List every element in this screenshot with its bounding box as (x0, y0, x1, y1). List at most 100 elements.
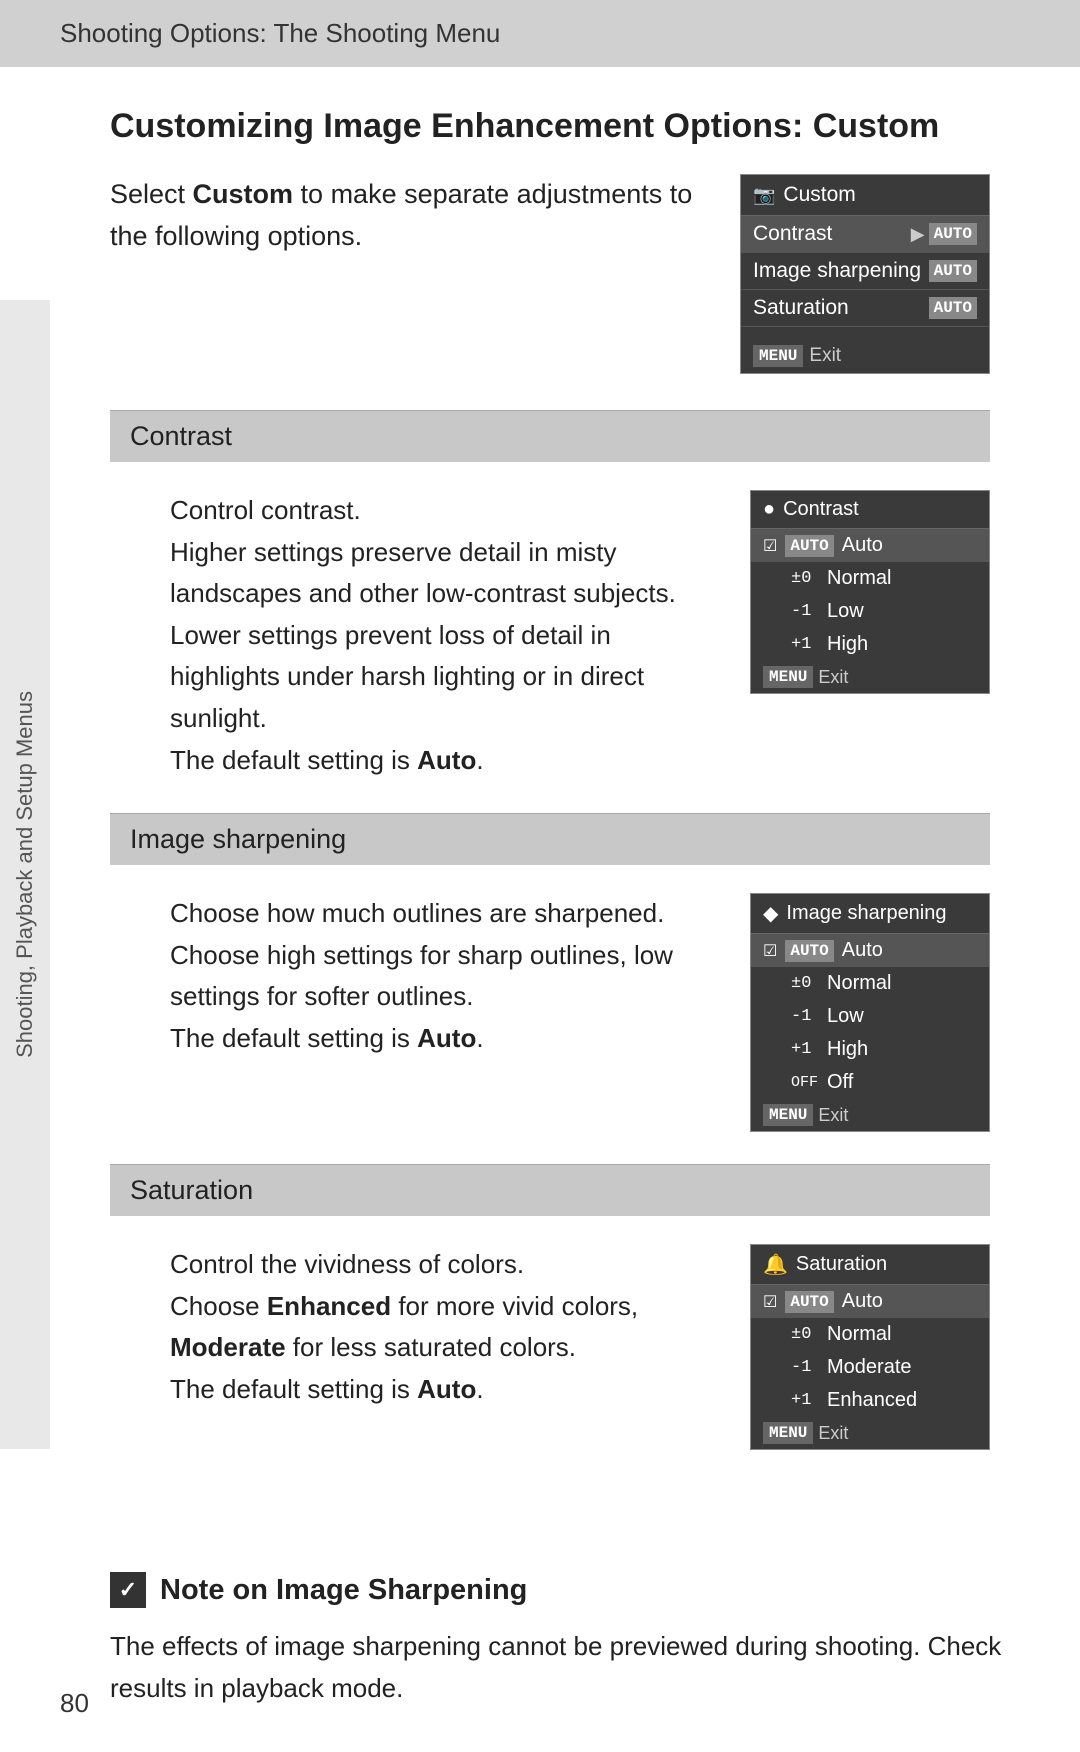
saturation-default-bold: Auto (417, 1374, 476, 1404)
contrast-low-label: Low (827, 600, 864, 623)
saturation-enhanced-item: +1 Enhanced (751, 1384, 989, 1417)
sharpening-low-key: -1 (791, 1007, 819, 1026)
moderate-bold: Moderate (170, 1332, 286, 1362)
sharpening-menu-title: ◆ Image sharpening (751, 894, 989, 934)
saturation-moderate-label: Moderate (827, 1356, 912, 1379)
page-title: Customizing Image Enhancement Options: C… (110, 107, 990, 146)
custom-menu-title: 📷 Custom (741, 175, 989, 216)
custom-menu-screenshot: 📷 Custom Contrast ▶ AUTO Image sharpenin… (740, 174, 990, 374)
menu-exit-label: Exit (809, 345, 841, 367)
intro-text: Select Custom to make separate adjustmen… (110, 174, 700, 258)
contrast-default-bold: Auto (417, 745, 476, 775)
sidebar-label: Shooting, Playback and Setup Menus (7, 681, 43, 1068)
sharpening-normal-label: Normal (827, 972, 891, 995)
contrast-auto-item: ☑ AUTO Auto (751, 529, 989, 562)
header-label: Shooting Options: The Shooting Menu (60, 18, 500, 48)
page-container: Shooting, Playback and Setup Menus Shoot… (0, 0, 1080, 1749)
enhanced-bold: Enhanced (267, 1291, 391, 1321)
note-section: ✓ Note on Image Sharpening The effects o… (50, 1522, 1080, 1749)
saturation-enhanced-label: Enhanced (827, 1389, 917, 1412)
note-title: ✓ Note on Image Sharpening (110, 1572, 1020, 1608)
sharpening-header-text: Image sharpening (130, 824, 346, 854)
sharpening-menu-icon: ◆ (763, 901, 778, 926)
sharpening-high-label: High (827, 1038, 868, 1061)
custom-saturation-label: Saturation (753, 296, 849, 320)
saturation-text-1: Control the vividness of colors. (170, 1244, 710, 1286)
contrast-arrow: ▶ (911, 224, 925, 245)
sharpening-text-1: Choose how much outlines are sharpened. (170, 893, 710, 935)
sidebar: Shooting, Playback and Setup Menus (0, 300, 50, 1449)
sharpening-menu-screenshot: ◆ Image sharpening ☑ AUTO Auto ±0 Normal (750, 893, 990, 1132)
custom-contrast-label: Contrast (753, 222, 832, 246)
saturation-auto-key: AUTO (785, 1291, 833, 1313)
contrast-low-item: -1 Low (751, 595, 989, 628)
saturation-menu-footer: MENU Exit (751, 1417, 989, 1449)
saturation-enhanced-key: +1 (791, 1391, 819, 1410)
sharpening-off-key: OFF (791, 1074, 819, 1091)
contrast-auto-badge: AUTO (929, 223, 977, 245)
sharpening-normal-key: ±0 (791, 974, 819, 993)
custom-menu-footer: MENU Exit (741, 339, 989, 373)
saturation-normal-item: ±0 Normal (751, 1318, 989, 1351)
contrast-check: ☑ (763, 536, 777, 556)
header-bar: Shooting Options: The Shooting Menu (0, 0, 1080, 67)
saturation-auto-label: Auto (842, 1290, 883, 1313)
custom-menu-title-text: Custom (783, 183, 855, 207)
sharpening-text: Choose how much outlines are sharpened. … (170, 893, 710, 1059)
contrast-text: Control contrast. Higher settings preser… (170, 490, 710, 781)
custom-menu-icon: 📷 (753, 185, 775, 206)
contrast-text-2: Higher settings preserve detail in misty… (170, 532, 710, 740)
contrast-exit-label: Exit (818, 667, 848, 688)
sharpening-normal-item: ±0 Normal (751, 967, 989, 1000)
saturation-text: Control the vividness of colors. Choose … (170, 1244, 710, 1410)
custom-bold: Custom (193, 179, 294, 209)
contrast-normal-item: ±0 Normal (751, 562, 989, 595)
contrast-header: Contrast (110, 410, 990, 462)
saturation-auto-badge: AUTO (929, 297, 977, 319)
sharpening-auto-label: Auto (842, 939, 883, 962)
note-text: The effects of image sharpening cannot b… (110, 1626, 1020, 1709)
contrast-auto-key: AUTO (785, 535, 833, 557)
custom-saturation-item: Saturation AUTO (741, 290, 989, 327)
contrast-menu-screenshot: ● Contrast ☑ AUTO Auto ±0 Normal (750, 490, 990, 694)
contrast-row: Control contrast. Higher settings preser… (110, 462, 990, 813)
sharpening-text-3: The default setting is Auto. (170, 1018, 710, 1060)
custom-contrast-item: Contrast ▶ AUTO (741, 216, 989, 253)
intro-row: Select Custom to make separate adjustmen… (110, 174, 990, 374)
custom-sharpening-label: Image sharpening (753, 259, 921, 283)
sharpening-high-key: +1 (791, 1040, 819, 1059)
sharpening-header: Image sharpening (110, 813, 990, 865)
saturation-exit-label: Exit (818, 1423, 848, 1444)
contrast-auto-label: Auto (842, 534, 883, 557)
menu-key: MENU (753, 345, 803, 367)
contrast-menu-icon: ● (763, 498, 775, 521)
sharpening-high-item: +1 High (751, 1033, 989, 1066)
note-icon: ✓ (110, 1572, 146, 1608)
saturation-section: Saturation Control the vividness of colo… (110, 1164, 990, 1482)
custom-sharpening-item: Image sharpening AUTO (741, 253, 989, 290)
sharpening-off-item: OFF Off (751, 1066, 989, 1099)
contrast-high-key: +1 (791, 635, 819, 654)
saturation-row: Control the vividness of colors. Choose … (110, 1216, 990, 1482)
sharpening-row: Choose how much outlines are sharpened. … (110, 865, 990, 1164)
saturation-text-3: The default setting is Auto. (170, 1369, 710, 1411)
sharpening-menu-title-text: Image sharpening (786, 902, 946, 925)
sharpening-menu-footer: MENU Exit (751, 1099, 989, 1131)
contrast-menu-title: ● Contrast (751, 491, 989, 529)
contrast-menu-title-text: Contrast (783, 498, 859, 521)
sharpening-low-label: Low (827, 1005, 864, 1028)
contrast-high-item: +1 High (751, 628, 989, 661)
contrast-section: Contrast Control contrast. Higher settin… (110, 410, 990, 813)
contrast-high-label: High (827, 633, 868, 656)
saturation-normal-key: ±0 (791, 1325, 819, 1344)
page-number: 80 (60, 1688, 89, 1719)
sharpening-default-bold: Auto (417, 1023, 476, 1053)
saturation-menu-icon: 🔔 (763, 1252, 788, 1277)
sharpening-exit-label: Exit (818, 1105, 848, 1126)
note-title-text: Note on Image Sharpening (160, 1574, 527, 1607)
contrast-menu-key: MENU (763, 666, 813, 688)
saturation-auto-item: ☑ AUTO Auto (751, 1285, 989, 1318)
saturation-text-2: Choose Enhanced for more vivid colors, M… (170, 1286, 710, 1369)
contrast-text-3: The default setting is Auto. (170, 740, 710, 782)
contrast-normal-label: Normal (827, 567, 891, 590)
